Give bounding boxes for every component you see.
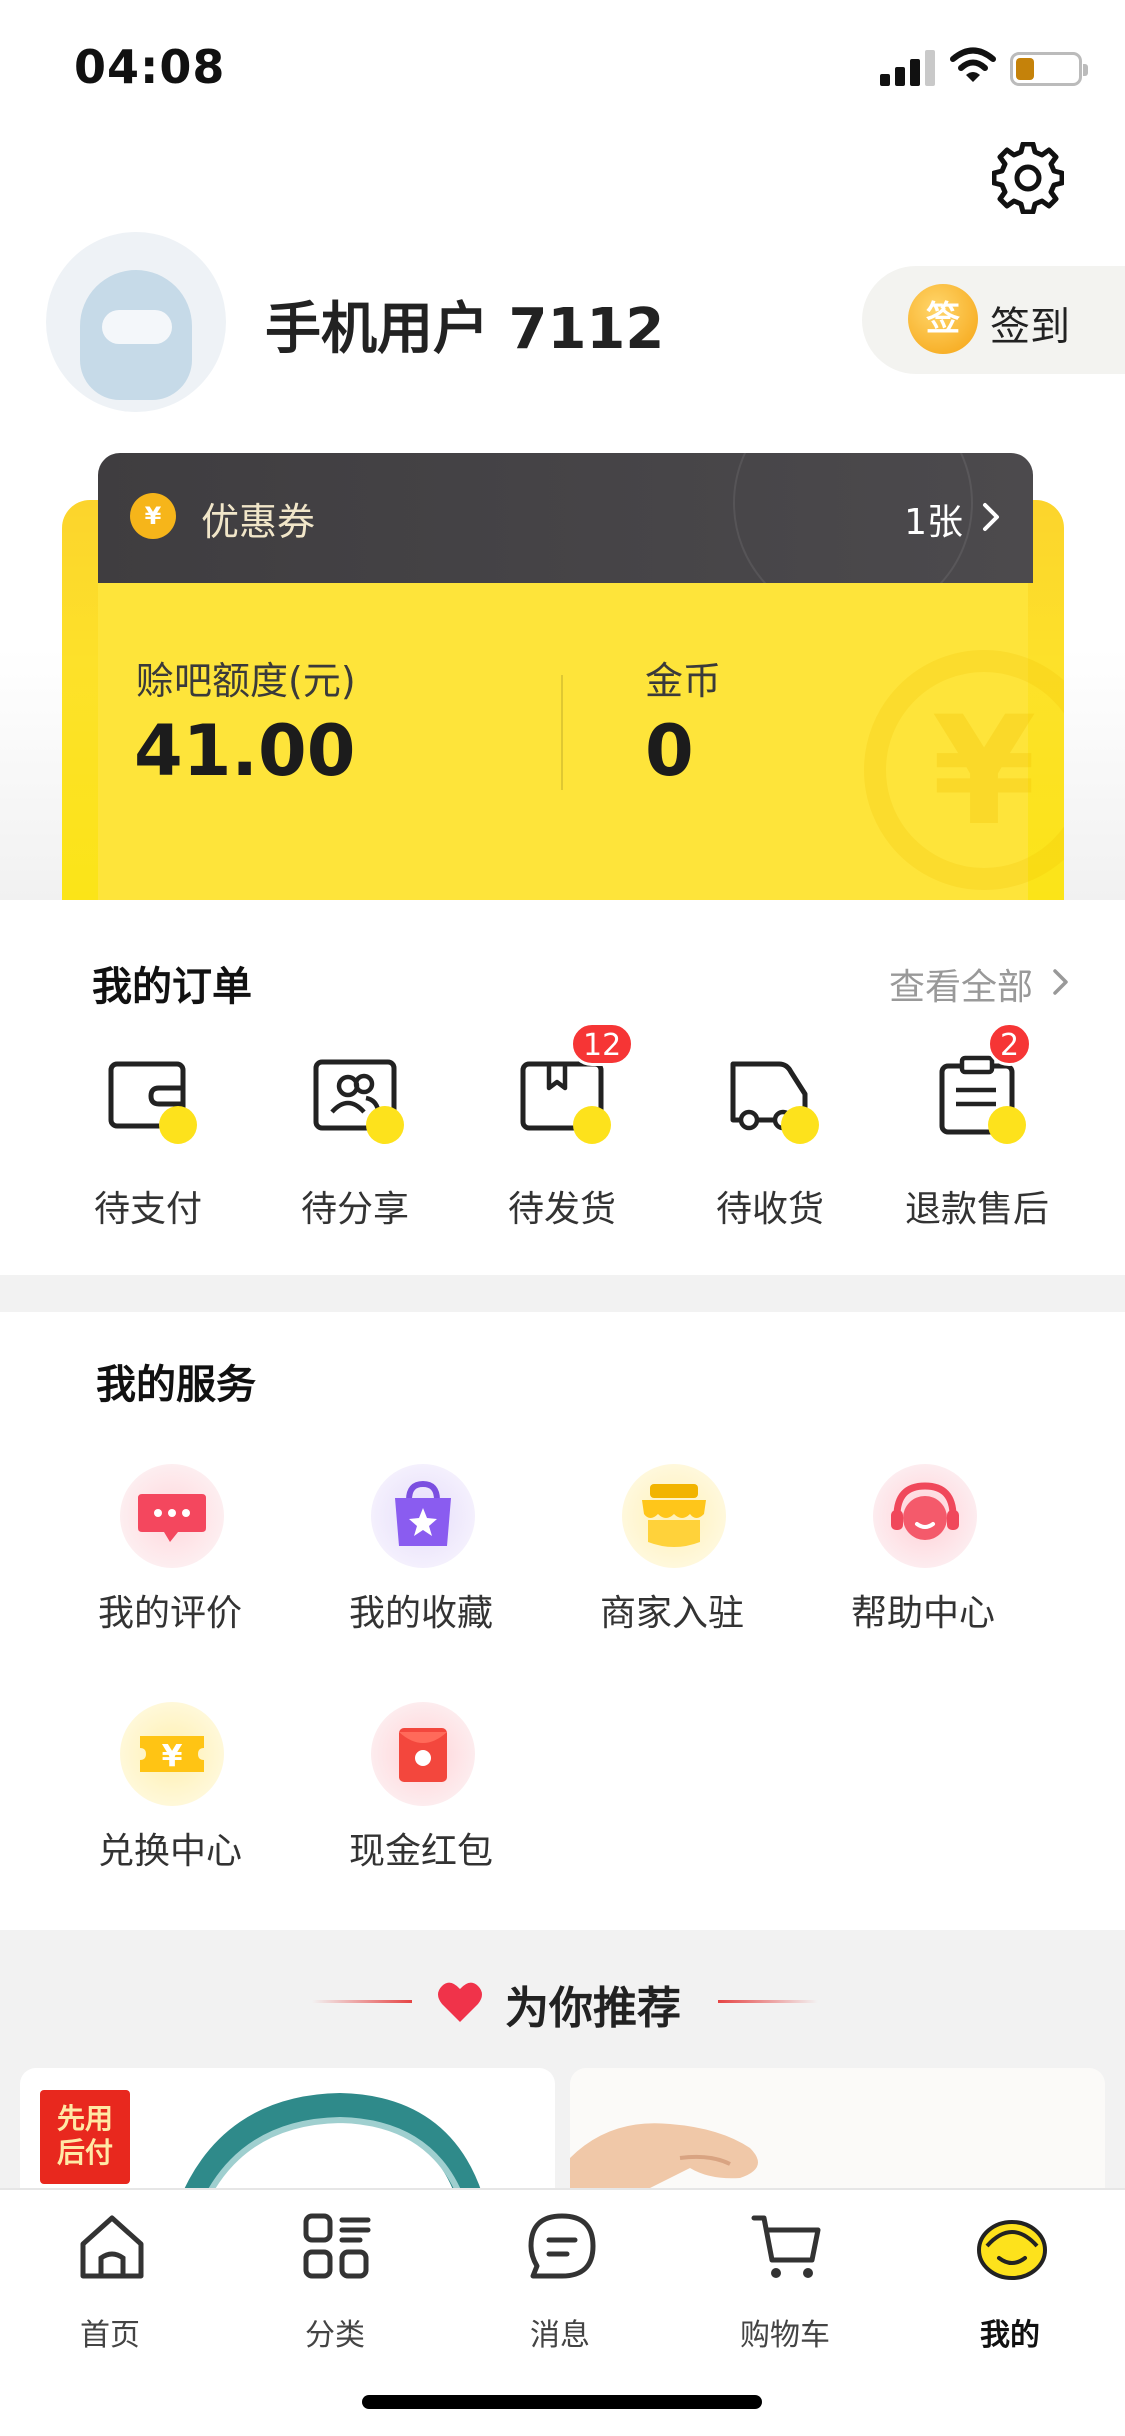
orders-section: 我的订单 查看全部 待支付 待分享 12 待发货 待收货 2 退款售后 [0, 900, 1125, 1275]
battery-icon [1010, 52, 1088, 86]
tab-category[interactable]: 分类 [245, 2210, 425, 2360]
cellular-signal-icon [880, 48, 936, 86]
wifi-icon [950, 47, 996, 82]
storefront-icon [622, 1464, 726, 1568]
tab-label: 分类 [305, 2318, 365, 2353]
coupon-coin-icon: ¥ [130, 493, 176, 539]
service-label: 商家入驻 [599, 1593, 744, 1634]
order-label: 退款售后 [904, 1189, 1049, 1230]
category-icon [303, 2213, 371, 2279]
tab-profile[interactable]: 我的 [920, 2210, 1100, 2360]
username[interactable]: 手机用户 7112 [265, 284, 664, 365]
favorite-bag-icon [371, 1464, 475, 1568]
service-label: 现金红包 [348, 1831, 493, 1872]
credit-value[interactable]: 41.00 [134, 710, 355, 792]
customer-service-icon [873, 1464, 977, 1568]
service-my-reviews[interactable]: 我的评价 [60, 1464, 280, 1644]
tab-label: 我的 [980, 2318, 1040, 2353]
service-cash-red-packet[interactable]: 现金红包 [311, 1702, 531, 1882]
order-pending-share[interactable]: 待分享 [265, 1050, 445, 1230]
order-label: 待支付 [93, 1189, 202, 1230]
order-pending-shipment[interactable]: 12 待发货 [472, 1022, 652, 1230]
tab-label: 首页 [80, 2318, 140, 2353]
order-refund-aftersales[interactable]: 2 退款售后 [887, 1022, 1067, 1230]
order-pending-receipt[interactable]: 待收货 [680, 1050, 860, 1230]
gold-label: 金币 [645, 659, 722, 703]
ticket-yuan-char: ¥ [162, 1739, 183, 1774]
orders-title: 我的订单 [92, 964, 252, 1010]
home-icon [80, 2215, 144, 2279]
coupon-bar[interactable]: ¥ 优惠券 1张 [98, 453, 1033, 583]
tab-label: 购物车 [740, 2318, 830, 2353]
comment-icon [120, 1464, 224, 1568]
profile-face-icon [977, 2220, 1047, 2280]
chevron-right-icon [983, 503, 999, 531]
service-merchant-join[interactable]: 商家入驻 [562, 1464, 782, 1644]
checkin-button[interactable]: 签 签到 [862, 266, 1125, 374]
gold-value[interactable]: 0 [645, 710, 694, 792]
service-label: 兑换中心 [97, 1831, 242, 1872]
shipment-count-badge: 12 [570, 1022, 635, 1066]
order-label: 待发货 [507, 1189, 616, 1230]
home-indicator [362, 2395, 762, 2409]
service-help-center[interactable]: 帮助中心 [813, 1464, 1033, 1644]
credit-label: 赊吧额度(元) [136, 659, 356, 703]
recommend-header: 为你推荐 [0, 1960, 1125, 2040]
order-label: 待分享 [300, 1189, 409, 1230]
tab-cart[interactable]: 购物车 [695, 2210, 875, 2360]
view-all-orders-link[interactable]: 查看全部 [889, 958, 1033, 1010]
coupon-count: 1张 [904, 502, 963, 543]
order-label: 待收货 [715, 1189, 824, 1230]
refund-count-badge: 2 [987, 1022, 1033, 1066]
status-time: 04:08 [74, 40, 226, 94]
truck-icon [725, 1050, 819, 1144]
service-my-favorites[interactable]: 我的收藏 [311, 1464, 531, 1644]
avatar[interactable] [46, 232, 226, 412]
chevron-right-icon[interactable] [1049, 966, 1073, 998]
service-exchange-center[interactable]: ¥ 兑换中心 [60, 1702, 280, 1882]
red-packet-icon [371, 1702, 475, 1806]
status-bar: 04:08 [0, 0, 1125, 135]
checkin-label: 签到 [990, 304, 1070, 350]
tab-messages[interactable]: 消息 [470, 2210, 650, 2360]
service-label: 我的收藏 [348, 1593, 493, 1634]
recommend-title: 为你推荐 [505, 1983, 681, 2034]
services-section: 我的服务 我的评价 我的收藏 商家入驻 帮助中心 ¥ 兑换中心 现金红包 [0, 1312, 1125, 1930]
services-title: 我的服务 [96, 1362, 256, 1408]
cart-icon [751, 2215, 821, 2278]
ticket-icon: ¥ [120, 1702, 224, 1806]
wallet-icon [103, 1050, 197, 1144]
coupon-label: 优惠券 [201, 500, 316, 544]
tab-label: 消息 [530, 2318, 590, 2353]
tab-home[interactable]: 首页 [20, 2210, 200, 2360]
order-pending-payment[interactable]: 待支付 [58, 1050, 238, 1230]
service-label: 我的评价 [97, 1593, 242, 1634]
settings-gear-icon[interactable] [992, 142, 1064, 214]
checkin-coin-icon: 签 [908, 284, 978, 354]
message-icon [528, 2213, 596, 2279]
pay-later-badge: 先用 后付 [40, 2090, 130, 2184]
service-label: 帮助中心 [850, 1593, 995, 1634]
heart-icon [438, 1982, 482, 2022]
share-people-icon [310, 1050, 404, 1144]
